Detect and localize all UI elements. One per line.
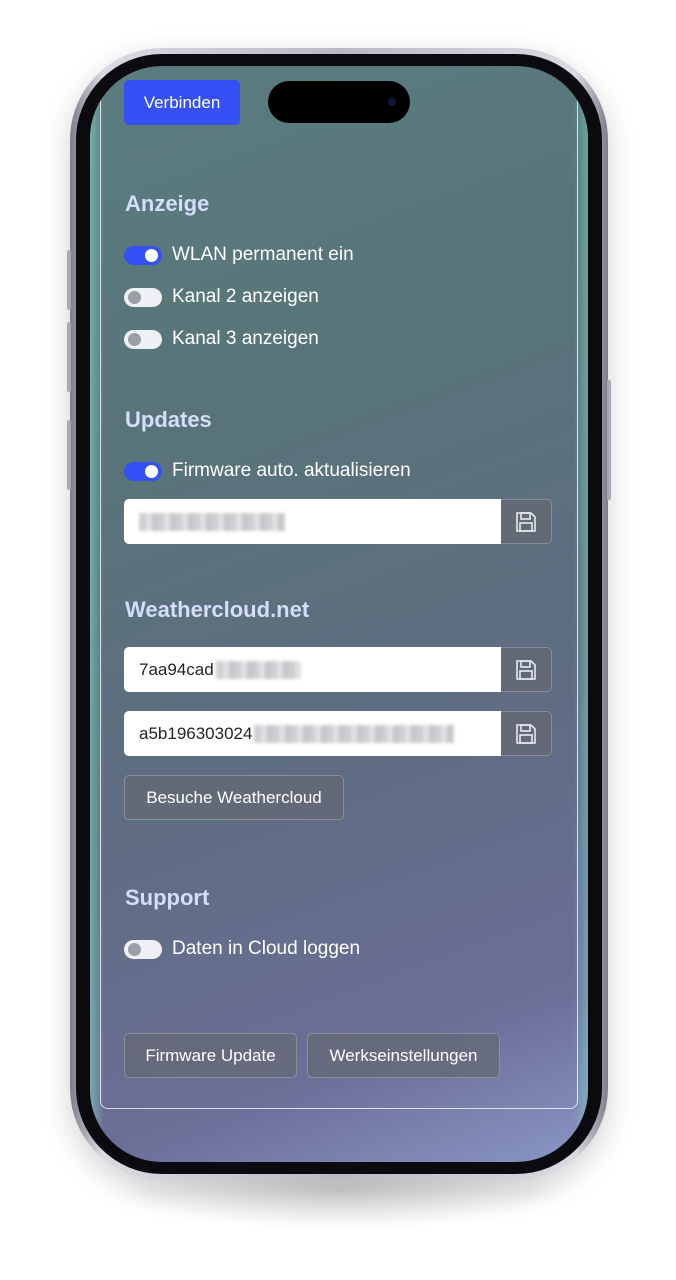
floppy-disk-icon — [516, 723, 536, 744]
update-url-group — [124, 499, 552, 544]
redacted-value — [254, 724, 455, 743]
wlan-permanent-toggle[interactable] — [124, 245, 162, 265]
section-title-updates: Updates — [125, 407, 212, 432]
toggle-label: WLAN permanent ein — [172, 244, 354, 265]
toggle-row-firmware-auto[interactable]: Firmware auto. aktualisieren — [124, 456, 411, 486]
camera-lens — [388, 98, 396, 106]
weathercloud-key-input[interactable]: a5b196303024 — [124, 711, 501, 756]
weathercloud-id-group: 7aa94cad — [124, 647, 552, 692]
connect-button[interactable]: Verbinden — [124, 80, 240, 125]
section-title-support: Support — [125, 885, 210, 910]
redacted-value — [215, 660, 301, 679]
weathercloud-key-group: a5b196303024 — [124, 711, 552, 756]
toggle-label: Firmware auto. aktualisieren — [172, 460, 411, 481]
toggle-label: Daten in Cloud loggen — [172, 938, 361, 959]
kanal2-toggle[interactable] — [124, 287, 162, 307]
firmware-update-button[interactable]: Firmware Update — [124, 1033, 297, 1078]
visit-weathercloud-button[interactable]: Besuche Weathercloud — [124, 775, 344, 820]
kanal3-toggle[interactable] — [124, 329, 162, 349]
floppy-disk-icon — [516, 511, 536, 532]
toggle-row-kanal3[interactable]: Kanal 3 anzeigen — [124, 324, 319, 354]
factory-reset-button[interactable]: Werkseinstellungen — [307, 1033, 500, 1078]
update-url-input[interactable] — [124, 499, 501, 544]
settings-content: Verbinden Anzeige WLAN permanent ein Kan… — [0, 0, 676, 1280]
cloud-logging-toggle[interactable] — [124, 939, 162, 959]
firmware-auto-update-toggle[interactable] — [124, 461, 162, 481]
redacted-value — [139, 512, 285, 531]
save-update-url-button[interactable] — [501, 499, 552, 544]
toggle-label: Kanal 2 anzeigen — [172, 286, 319, 307]
floppy-disk-icon — [516, 659, 536, 680]
section-title-anzeige: Anzeige — [125, 191, 210, 216]
section-title-weathercloud: Weathercloud.net — [125, 597, 310, 622]
toggle-row-wlan[interactable]: WLAN permanent ein — [124, 240, 354, 270]
save-weathercloud-key-button[interactable] — [501, 711, 552, 756]
toggle-row-kanal2[interactable]: Kanal 2 anzeigen — [124, 282, 319, 312]
save-weathercloud-id-button[interactable] — [501, 647, 552, 692]
weathercloud-id-input[interactable]: 7aa94cad — [124, 647, 501, 692]
toggle-row-cloud-logging[interactable]: Daten in Cloud loggen — [124, 934, 360, 964]
toggle-label: Kanal 3 anzeigen — [172, 328, 319, 349]
